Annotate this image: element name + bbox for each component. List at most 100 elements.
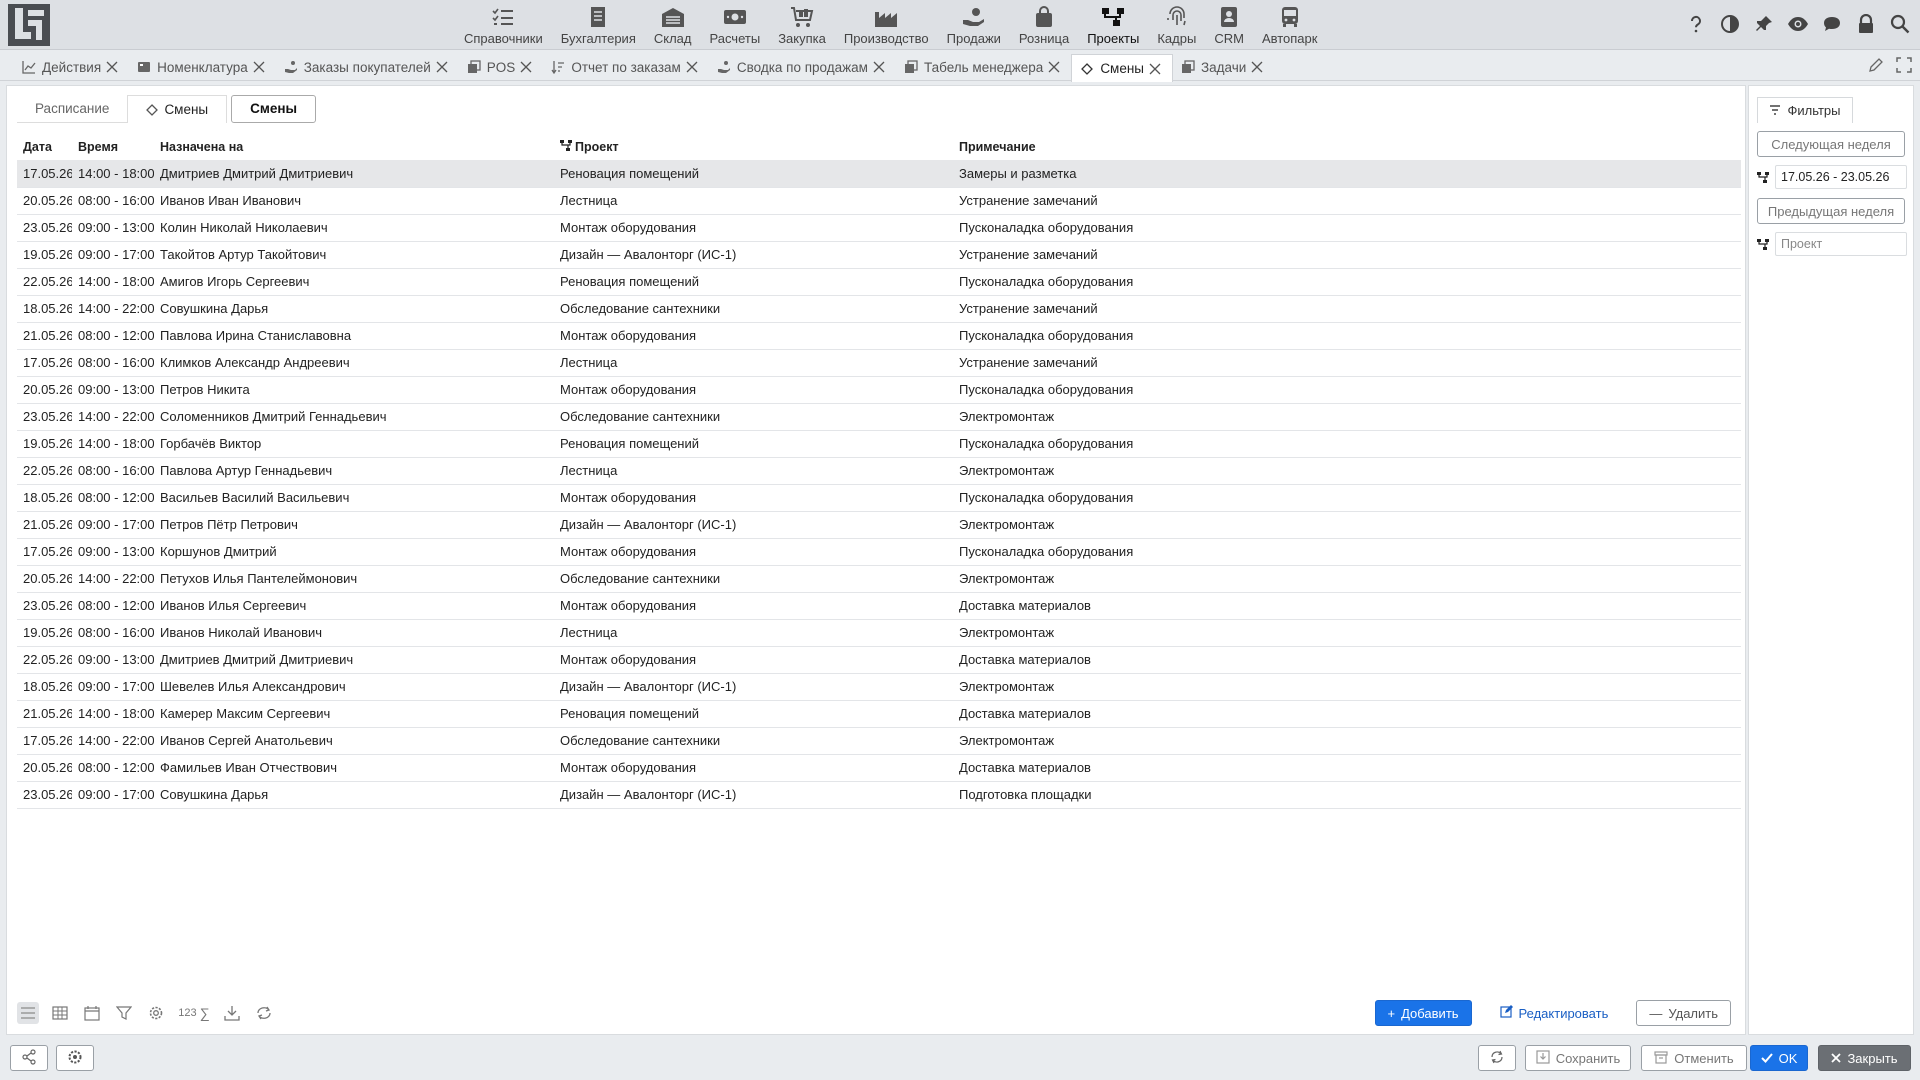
- nav-item-project-nodes[interactable]: Проекты: [1078, 0, 1148, 46]
- table-row[interactable]: 18.05.26 08:00 - 12:00 Васильев Василий Ва…: [17, 484, 1741, 512]
- document-tab[interactable]: POS: [459, 54, 544, 80]
- previous-week-button[interactable]: Предыдущая неделя: [1757, 198, 1905, 224]
- column-header-note[interactable]: Примечание: [953, 134, 1741, 160]
- add-button[interactable]: + Добавить: [1374, 1000, 1472, 1026]
- settings-gear-icon[interactable]: [145, 1002, 167, 1024]
- nav-item-factory[interactable]: Производство: [835, 0, 938, 46]
- list-view-icon[interactable]: [17, 1002, 39, 1024]
- cell-date: 21.05.26: [17, 700, 72, 728]
- close-tab-icon[interactable]: [1047, 60, 1061, 74]
- fullscreen-icon[interactable]: [1896, 57, 1912, 76]
- table-row[interactable]: 19.05.26 09:00 - 17:00 Такойтов Артур Тако…: [17, 241, 1741, 269]
- filters-tab[interactable]: Фильтры: [1757, 97, 1853, 123]
- table-row[interactable]: 22.05.26 14:00 - 18:00 Амигов Игорь Сергее…: [17, 268, 1741, 296]
- download-icon[interactable]: [221, 1002, 243, 1024]
- eye-icon[interactable]: [1786, 12, 1810, 36]
- column-header-time[interactable]: Время: [72, 134, 154, 160]
- help-icon[interactable]: [1684, 12, 1708, 36]
- cell-time: 14:00 - 18:00: [72, 430, 154, 458]
- close-tab-icon[interactable]: [519, 60, 533, 74]
- nav-item-warehouse[interactable]: Склад: [645, 0, 701, 46]
- document-tab[interactable]: Табель менеджера: [896, 54, 1071, 80]
- subtab-shifts[interactable]: Смены: [127, 95, 228, 123]
- pin-icon[interactable]: [1752, 12, 1776, 36]
- cell-time: 09:00 - 13:00: [72, 538, 154, 566]
- table-row[interactable]: 22.05.26 09:00 - 13:00 Дмитриев Дмитрий Дм…: [17, 646, 1741, 674]
- table-row[interactable]: 17.05.26 14:00 - 18:00 Дмитриев Дмитрий Дм…: [17, 160, 1741, 188]
- save-button[interactable]: Сохранить: [1525, 1045, 1631, 1071]
- column-header-assigned[interactable]: Назначена на: [154, 134, 554, 160]
- nav-item-ledger[interactable]: Бухгалтерия: [552, 0, 645, 46]
- table-row[interactable]: 23.05.26 09:00 - 17:00 Совушкина Дарья Диза…: [17, 781, 1741, 809]
- table-row[interactable]: 20.05.26 08:00 - 16:00 Иванов Иван Иванови…: [17, 187, 1741, 215]
- table-row[interactable]: 19.05.26 08:00 - 16:00 Иванов Николай Иван…: [17, 619, 1741, 647]
- refresh-button[interactable]: [1478, 1045, 1516, 1071]
- document-tab[interactable]: Смены: [1071, 54, 1174, 82]
- nav-item-label: CRM: [1214, 31, 1244, 46]
- search-icon[interactable]: [1888, 12, 1912, 36]
- document-tab[interactable]: Отчет по заказам: [543, 54, 709, 80]
- close-tab-icon[interactable]: [105, 60, 119, 74]
- document-tab[interactable]: Заказы покупателей: [276, 54, 459, 80]
- close-tab-icon[interactable]: [435, 60, 449, 74]
- project-filter-input[interactable]: Проект: [1775, 232, 1907, 256]
- chat-icon[interactable]: [1820, 12, 1844, 36]
- table-row[interactable]: 21.05.26 09:00 - 17:00 Петров Пётр Петрови…: [17, 511, 1741, 539]
- column-header-date[interactable]: Дата: [17, 134, 72, 160]
- close-tab-icon[interactable]: [1148, 62, 1162, 76]
- nav-item-money[interactable]: Расчеты: [700, 0, 769, 46]
- nav-item-cart[interactable]: Закупка: [769, 0, 835, 46]
- footer-settings-button[interactable]: [56, 1045, 94, 1071]
- subtab-schedule[interactable]: Расписание: [17, 95, 128, 123]
- next-week-button[interactable]: Следующая неделя: [1757, 131, 1905, 157]
- delete-button[interactable]: — Удалить: [1636, 1000, 1731, 1026]
- edit-button[interactable]: Редактировать: [1488, 1000, 1621, 1026]
- app-logo[interactable]: [6, 2, 52, 48]
- table-row[interactable]: 20.05.26 08:00 - 12:00 Фамильев Иван Отчес…: [17, 754, 1741, 782]
- subtab-shifts-active[interactable]: Смены: [231, 95, 317, 123]
- filter-icon[interactable]: [113, 1002, 135, 1024]
- nav-item-contact-card[interactable]: CRM: [1205, 0, 1253, 46]
- ok-button[interactable]: OK: [1750, 1045, 1808, 1071]
- nav-item-list-check[interactable]: Справочники: [455, 0, 552, 46]
- table-view-icon[interactable]: [49, 1002, 71, 1024]
- sync-icon[interactable]: [253, 1002, 275, 1024]
- table-row[interactable]: 20.05.26 14:00 - 22:00 Петухов Илья Пантел…: [17, 565, 1741, 593]
- table-row[interactable]: 21.05.26 14:00 - 18:00 Камерер Максим Серг…: [17, 700, 1741, 728]
- share-button[interactable]: [10, 1045, 48, 1071]
- column-header-project[interactable]: Проект: [554, 134, 953, 160]
- table-row[interactable]: 17.05.26 09:00 - 13:00 Коршунов Дмитрий Мон…: [17, 538, 1741, 566]
- edit-pencil-icon[interactable]: [1868, 57, 1884, 76]
- nav-item-bus[interactable]: Автопарк: [1253, 0, 1327, 46]
- close-tab-icon[interactable]: [872, 60, 886, 74]
- lock-icon[interactable]: [1854, 12, 1878, 36]
- close-tab-icon[interactable]: [685, 60, 699, 74]
- nav-item-bag[interactable]: Розница: [1010, 0, 1078, 46]
- table-row[interactable]: 23.05.26 09:00 - 13:00 Колин Николай Никол…: [17, 214, 1741, 242]
- cancel-button[interactable]: Отменить: [1641, 1045, 1747, 1071]
- close-tab-icon[interactable]: [252, 60, 266, 74]
- document-tab[interactable]: Номенклатура: [129, 54, 276, 80]
- date-range-field[interactable]: 17.05.26 - 23.05.26: [1775, 165, 1907, 189]
- table-row[interactable]: 22.05.26 08:00 - 16:00 Павлова Артур Генна…: [17, 457, 1741, 485]
- contrast-icon[interactable]: [1718, 12, 1742, 36]
- calendar-view-icon[interactable]: [81, 1002, 103, 1024]
- table-row[interactable]: 23.05.26 14:00 - 22:00 Соломенников Дмитри…: [17, 403, 1741, 431]
- nav-item-hand-coin[interactable]: Продажи: [938, 0, 1010, 46]
- document-tab[interactable]: Сводка по продажам: [709, 54, 896, 80]
- document-tab[interactable]: Задачи: [1173, 54, 1274, 80]
- table-row[interactable]: 20.05.26 09:00 - 13:00 Петров Никита Монтаж…: [17, 376, 1741, 404]
- nav-item-fingerprint[interactable]: Кадры: [1148, 0, 1205, 46]
- document-tab[interactable]: Действия: [14, 54, 129, 80]
- table-row[interactable]: 21.05.26 08:00 - 12:00 Павлова Ирина Стани…: [17, 322, 1741, 350]
- totals-toggle[interactable]: 123 ∑: [177, 1002, 211, 1024]
- table-row[interactable]: 18.05.26 14:00 - 22:00 Совушкина Дарья Обсл…: [17, 295, 1741, 323]
- table-row[interactable]: 23.05.26 08:00 - 12:00 Иванов Илья Сергеев…: [17, 592, 1741, 620]
- table-row[interactable]: 17.05.26 08:00 - 16:00 Климков Александр А…: [17, 349, 1741, 377]
- table-row[interactable]: 18.05.26 09:00 - 17:00 Шевелев Илья Алекса…: [17, 673, 1741, 701]
- close-tab-icon[interactable]: [1250, 60, 1264, 74]
- table-row[interactable]: 17.05.26 14:00 - 22:00 Иванов Сергей Анато…: [17, 727, 1741, 755]
- close-button[interactable]: Закрыть: [1818, 1045, 1911, 1071]
- table-row[interactable]: 19.05.26 14:00 - 18:00 Горбачёв Виктор Рено…: [17, 430, 1741, 458]
- fingerprint-icon: [1165, 6, 1189, 28]
